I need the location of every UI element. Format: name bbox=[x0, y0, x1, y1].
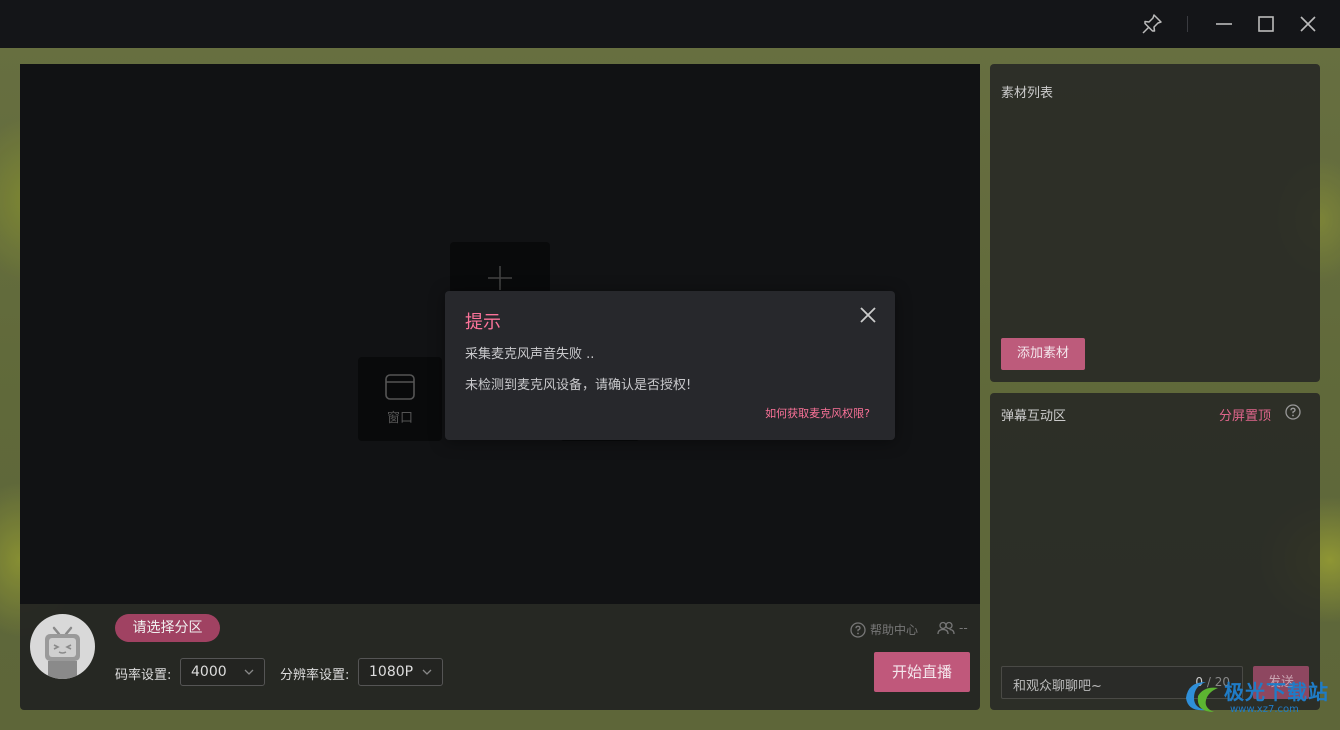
bitrate-select[interactable]: 4000 bbox=[180, 658, 265, 686]
add-material-button[interactable]: 添加素材 bbox=[1001, 338, 1085, 370]
tv-mascot-icon bbox=[45, 626, 80, 679]
question-circle-icon[interactable] bbox=[1285, 404, 1301, 420]
chevron-down-icon bbox=[244, 669, 254, 675]
minimize-icon[interactable] bbox=[1212, 12, 1236, 36]
site-watermark: 极光下载站 www.xz7.com bbox=[1180, 672, 1340, 722]
window-source-button[interactable]: 窗口 bbox=[358, 357, 442, 441]
viewer-count: -- bbox=[937, 621, 968, 635]
maximize-icon[interactable] bbox=[1254, 12, 1278, 36]
avatar[interactable] bbox=[30, 614, 95, 679]
plus-icon bbox=[488, 266, 512, 290]
chat-input-placeholder: 和观众聊聊吧~ bbox=[1013, 679, 1102, 694]
window-source-label: 窗口 bbox=[386, 411, 413, 426]
danmaku-panel: 弹幕互动区 分屏置顶 和观众聊聊吧~ 0 / 20 发送 bbox=[990, 393, 1320, 710]
live-control-panel: 请选择分区 码率设置: 4000 分辨率设置: 1080P 帮助中心 -- 开始… bbox=[20, 604, 980, 710]
split-screen-pin-button[interactable]: 分屏置顶 bbox=[1219, 405, 1271, 424]
pin-icon[interactable] bbox=[1140, 12, 1164, 36]
question-circle-icon bbox=[850, 621, 866, 638]
materials-panel: 素材列表 添加素材 bbox=[990, 64, 1320, 382]
prompt-dialog: 提示 采集麦克风声音失败 .. 未检测到麦克风设备，请确认是否授权! 如何获取麦… bbox=[445, 291, 895, 440]
watermark-text: 极光下载站 bbox=[1224, 680, 1329, 704]
resolution-select[interactable]: 1080P bbox=[358, 658, 443, 686]
danmaku-title: 弹幕互动区 bbox=[1001, 409, 1067, 424]
dialog-title: 提示 bbox=[465, 312, 501, 333]
dialog-message: 采集麦克风声音失败 .. bbox=[465, 347, 595, 362]
watermark-logo-icon bbox=[1186, 682, 1218, 712]
close-icon[interactable] bbox=[1296, 12, 1320, 36]
chevron-down-icon bbox=[422, 669, 432, 675]
dialog-detail: 未检测到麦克风设备，请确认是否授权! bbox=[465, 378, 692, 393]
materials-title: 素材列表 bbox=[1001, 86, 1054, 101]
mic-permission-link[interactable]: 如何获取麦克风权限? bbox=[765, 405, 870, 421]
resolution-label: 分辨率设置: bbox=[280, 668, 350, 683]
start-live-button[interactable]: 开始直播 bbox=[874, 652, 970, 692]
help-center-link[interactable]: 帮助中心 bbox=[850, 621, 918, 638]
bitrate-label: 码率设置: bbox=[115, 668, 172, 683]
title-bar bbox=[0, 0, 1340, 48]
select-area-button[interactable]: 请选择分区 bbox=[115, 614, 220, 642]
users-icon bbox=[937, 621, 955, 635]
dialog-close-icon[interactable] bbox=[859, 306, 877, 324]
window-icon bbox=[385, 374, 415, 400]
watermark-url: www.xz7.com bbox=[1230, 704, 1299, 715]
